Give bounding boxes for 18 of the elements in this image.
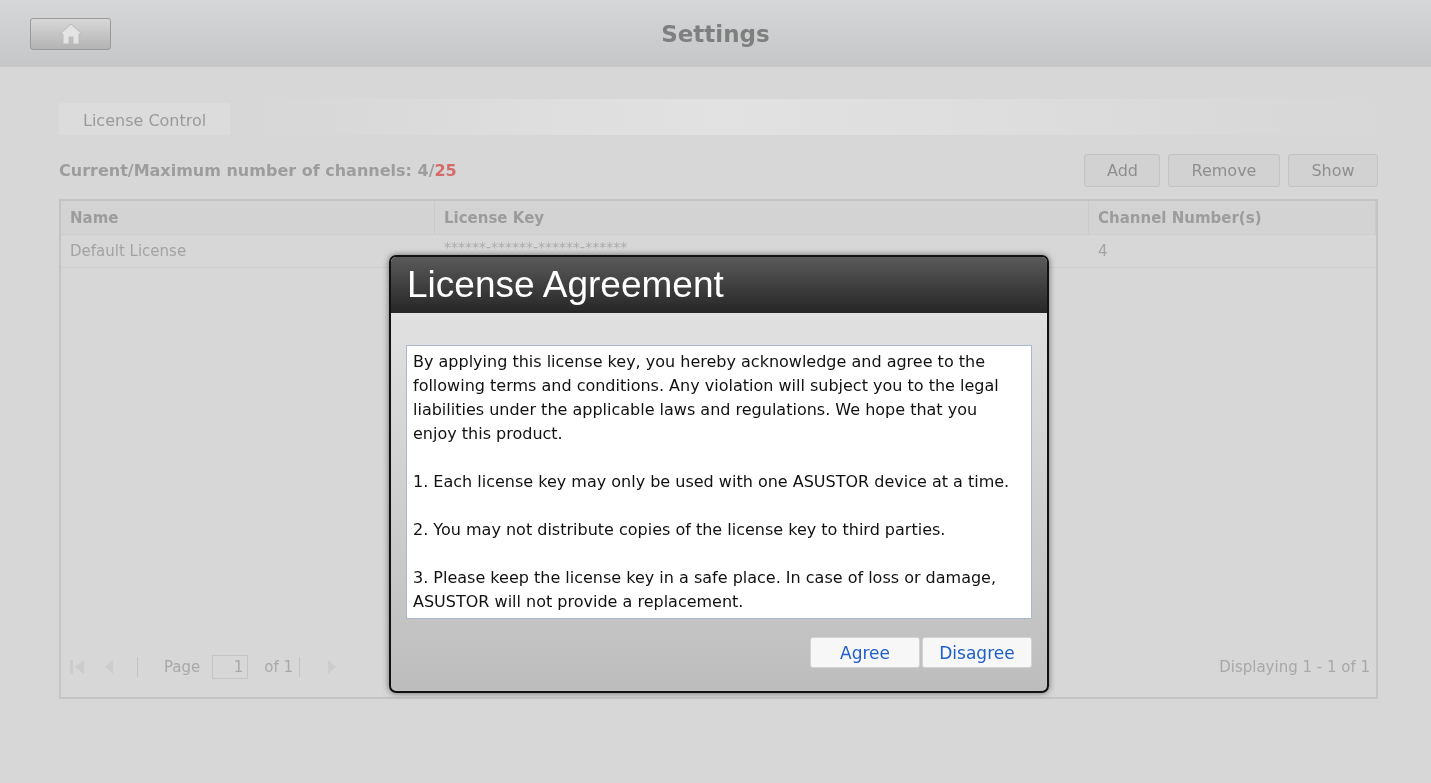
dialog-title: License Agreement bbox=[391, 257, 1047, 313]
agreement-paragraph: By applying this license key, you hereby acknowledge and agree to the following terms and conditions. Any violation will subject you to the legal liabilities under the applicable laws and regulations. We hope that you enjoy this product. bbox=[413, 351, 1000, 445]
tab[interactable]: License Control bbox=[59, 103, 231, 135]
agreement-paragraph: 3. Please keep the license key in a safe place. In case of loss or damage, ASUSTOR will not provide a replacement. bbox=[413, 567, 998, 613]
dialog-button[interactable]: Disagree bbox=[922, 637, 1032, 668]
channel-maximum: 25 bbox=[434, 160, 457, 180]
toolbar-button[interactable]: Remove bbox=[1168, 153, 1280, 187]
channel-count-label: Current/Maximum number of channels: 4/ bbox=[59, 160, 435, 180]
agreement-text-area[interactable] bbox=[406, 345, 1032, 619]
home-icon bbox=[58, 22, 83, 45]
dialog-button[interactable]: Agree bbox=[810, 637, 920, 668]
table-cell-text: ******-******-******-****** bbox=[443, 238, 629, 257]
toolbar-button[interactable]: Show bbox=[1288, 153, 1378, 187]
home-button[interactable] bbox=[30, 17, 111, 50]
page-title: Settings bbox=[661, 20, 770, 47]
agreement-paragraph: 2. You may not distribute copies of the license key to third parties. bbox=[413, 519, 947, 541]
toolbar-button[interactable]: Add bbox=[1084, 153, 1160, 187]
agreement-paragraph: 1. Each license key may only be used with one ASUSTOR device at a time. bbox=[413, 471, 1011, 493]
